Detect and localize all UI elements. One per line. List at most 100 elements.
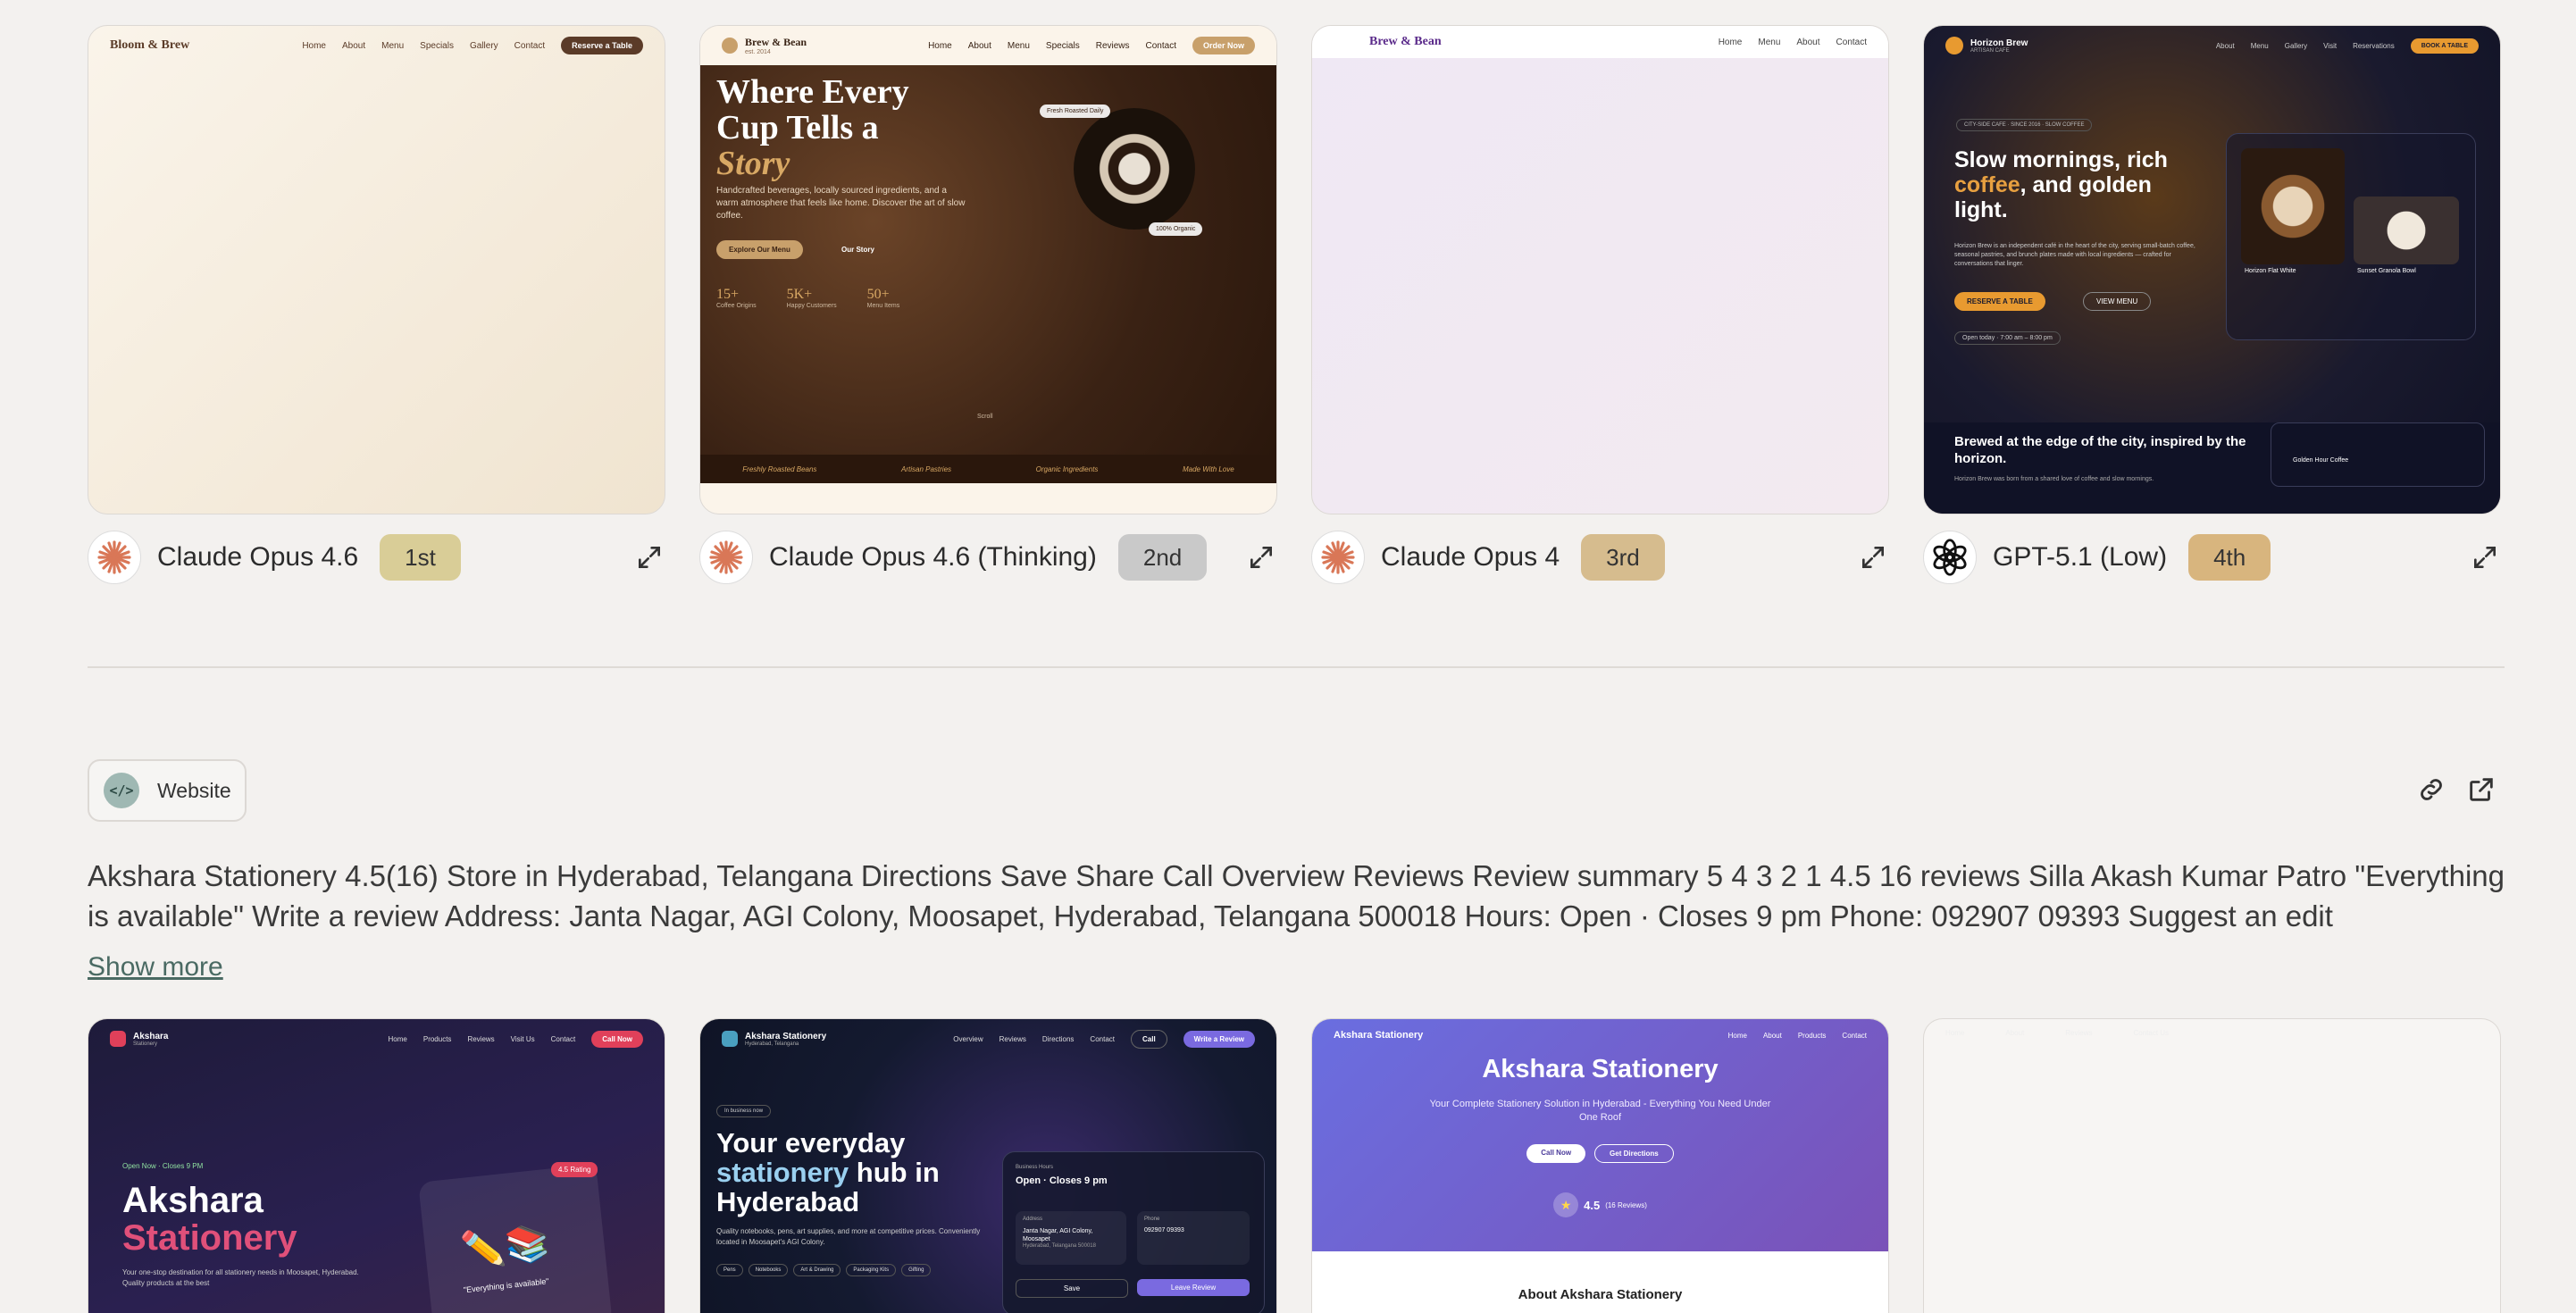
preview-thumbnail[interactable]: Home About Reviews Contact Us xyxy=(1923,1018,2501,1313)
preview-primary-button: RESERVE A TABLE xyxy=(1954,292,2045,311)
result-card: Bloom & Brew Home About Menu Specials Ga… xyxy=(88,25,665,586)
preview-nav-link: Contact xyxy=(1145,40,1176,51)
preview-card-title: Golden Hour Coffee xyxy=(2293,457,2349,464)
expand-icon[interactable] xyxy=(633,541,665,573)
preview-nav-link: Reviews xyxy=(2065,1028,2093,1037)
preview-heading-accent: stationery xyxy=(716,1157,849,1188)
preview-nav-link: Home xyxy=(1727,1031,1747,1040)
preview-nav-link: Home xyxy=(1718,37,1743,47)
preview-ticker: Freshly Roasted Beans Artisan Pastries O… xyxy=(700,455,1276,483)
model-name: Claude Opus 4.6 xyxy=(157,542,359,572)
preview-nav-link: About xyxy=(2215,41,2235,50)
preview-open-status: Open Now · Closes 9 PM xyxy=(122,1162,204,1170)
preview-rating-badge: 4.5 Rating xyxy=(551,1162,598,1177)
preview-brand: Akshara Stationery xyxy=(1334,1030,1424,1041)
preview-nav-link: About xyxy=(2005,1028,2025,1037)
preview-cta: Order Now xyxy=(1192,37,1255,54)
preview-stat-label: Coffee Origins xyxy=(716,303,757,309)
preview-section-text: Horizon Brew was born from a shared love… xyxy=(1954,476,2154,482)
preview-nav-link: Visit Us xyxy=(510,1034,535,1043)
preview-address-line-2: Hyderabad, Telangana 500018 xyxy=(1023,1243,1096,1249)
preview-brand-sub: Hyderabad, Telangana xyxy=(745,1041,799,1047)
preview-thumbnail[interactable]: Horizon Brew ARTISAN CAFE About Menu Gal… xyxy=(1923,25,2501,514)
preview-heading: Cup Tells a xyxy=(716,109,879,146)
preview-quote: "Everything is available" xyxy=(463,1276,549,1295)
preview-nav-link: Home xyxy=(1945,1028,1965,1037)
expand-icon[interactable] xyxy=(1245,541,1277,573)
preview-nav-link: Contact Us xyxy=(2133,1028,2170,1037)
preview-info-label: Address xyxy=(1023,1217,1043,1222)
preview-heading-accent: Story xyxy=(716,145,790,182)
preview-brand: Akshara Stationery xyxy=(745,1031,827,1041)
preview-brand: Brew & Bean xyxy=(1369,35,1442,48)
claude-icon xyxy=(699,531,753,584)
preview-heading: hub in xyxy=(849,1157,940,1188)
preview-nav-link: Contact xyxy=(550,1034,576,1043)
preview-stat-label: Menu Items xyxy=(866,303,900,309)
show-more-link[interactable]: Show more xyxy=(88,952,223,983)
preview-nav-link: About xyxy=(967,40,991,51)
preview-directions-button: Get Directions xyxy=(1594,1144,1674,1163)
expand-icon[interactable] xyxy=(2469,541,2501,573)
preview-nav-link: Visit xyxy=(2323,41,2338,50)
preview-info-label: Business Hours xyxy=(1016,1165,1054,1170)
preview-menu-item: Sunset Granola Bowl xyxy=(2357,268,2416,274)
preview-thumbnail[interactable]: Akshara Stationery Home Products Reviews… xyxy=(88,1018,665,1313)
preview-brand: Akshara xyxy=(133,1031,169,1041)
preview-quote-card: ✏️📚 "Everything is available" xyxy=(418,1164,613,1313)
preview-nav: Brew & Bean est. 2014 Home About Menu Sp… xyxy=(700,26,1276,65)
preview-nav-link: Gallery xyxy=(2284,41,2308,50)
preview-ticker-item: Made With Love xyxy=(1182,464,1234,473)
preview-thumbnail[interactable]: Akshara Stationery Hyderabad, Telangana … xyxy=(699,1018,1277,1313)
rank-badge: 2nd xyxy=(1117,534,1208,581)
preview-subtitle: Handcrafted beverages, locally sourced i… xyxy=(716,186,966,221)
preview-nav: Akshara Stationery Home Products Reviews… xyxy=(88,1019,665,1058)
preview-review-count: (16 Reviews) xyxy=(1605,1200,1647,1209)
preview-nav-link: Menu xyxy=(1758,37,1781,47)
preview-nav: Akshara Stationery Home About Products C… xyxy=(1312,1019,1888,1051)
external-link-icon[interactable] xyxy=(2465,774,2497,806)
preview-nav-link: Gallery xyxy=(469,40,498,51)
preview-leave-review-button: Leave Review xyxy=(1137,1279,1250,1296)
preview-menu-item: Horizon Flat White xyxy=(2245,268,2296,274)
preview-subtitle: Your one-stop destination for all statio… xyxy=(122,1268,359,1287)
preview-heading: Hyderabad xyxy=(716,1186,860,1217)
preview-cta: Call Now xyxy=(591,1030,643,1048)
model-name: Claude Opus 4.6 (Thinking) xyxy=(769,542,1097,572)
result-card: Home About Reviews Contact Us xyxy=(1923,1018,2501,1313)
preview-nav-link: Reviews xyxy=(467,1034,495,1043)
preview-nav-link: Contact xyxy=(1090,1034,1115,1043)
preview-nav-link: Specials xyxy=(1045,40,1080,51)
preview-nav: Horizon Brew ARTISAN CAFE About Menu Gal… xyxy=(1924,26,2500,65)
preview-thumbnail[interactable]: Bloom & Brew Home About Menu Specials Ga… xyxy=(88,25,665,514)
preview-brand-sub: ARTISAN CAFE xyxy=(1970,47,2010,54)
preview-thumbnail[interactable]: Brew & Bean est. 2014 Home About Menu Sp… xyxy=(699,25,1277,514)
preview-cta: Reserve a Table xyxy=(561,37,643,54)
preview-nav-link: About xyxy=(1762,1031,1782,1040)
preview-heading: light. xyxy=(1954,197,2008,222)
preview-coffee-image xyxy=(1074,108,1195,230)
preview-secondary-button: Our Story xyxy=(841,246,874,254)
preview-nav: Home About Reviews Contact Us xyxy=(1924,1019,2500,1046)
expand-icon[interactable] xyxy=(1857,541,1889,573)
preview-nav-link: Home xyxy=(302,40,326,51)
preview-thumbnail[interactable]: Akshara Stationery Home About Products C… xyxy=(1311,1018,1889,1313)
preview-stat-number: 5K+ xyxy=(786,287,813,302)
preview-phone: 092907 09393 xyxy=(1144,1227,1184,1234)
preview-kicker: CITY-SIDE CAFE · SINCE 2016 · SLOW COFFE… xyxy=(1956,119,2093,131)
preview-heading-accent: Stationery xyxy=(122,1218,297,1258)
preview-cta: BOOK A TABLE xyxy=(2410,38,2479,54)
preview-menu-card: Horizon Flat White Sunset Granola Bowl xyxy=(2226,133,2476,340)
preview-thumbnail[interactable]: Brew & Bean Home Menu About Contact xyxy=(1311,25,1889,514)
preview-nav-link: Directions xyxy=(1041,1034,1075,1043)
preview-logo-icon xyxy=(1945,37,1963,54)
rank-badge: 4th xyxy=(2188,534,2271,581)
preview-info-card: Business Hours Open · Closes 9 pm Addres… xyxy=(1002,1151,1265,1313)
section-divider xyxy=(88,666,2505,668)
preview-nav: Brew & Bean Home Menu About Contact xyxy=(1312,26,1888,58)
preview-ticker-item: Artisan Pastries xyxy=(901,464,952,473)
link-icon[interactable] xyxy=(2415,774,2447,806)
preview-status-pill: In business now xyxy=(716,1105,772,1117)
result-card: Brew & Bean est. 2014 Home About Menu Sp… xyxy=(699,25,1277,586)
preview-address: Janta Nagar, AGI Colony, Moosapet xyxy=(1023,1228,1093,1242)
